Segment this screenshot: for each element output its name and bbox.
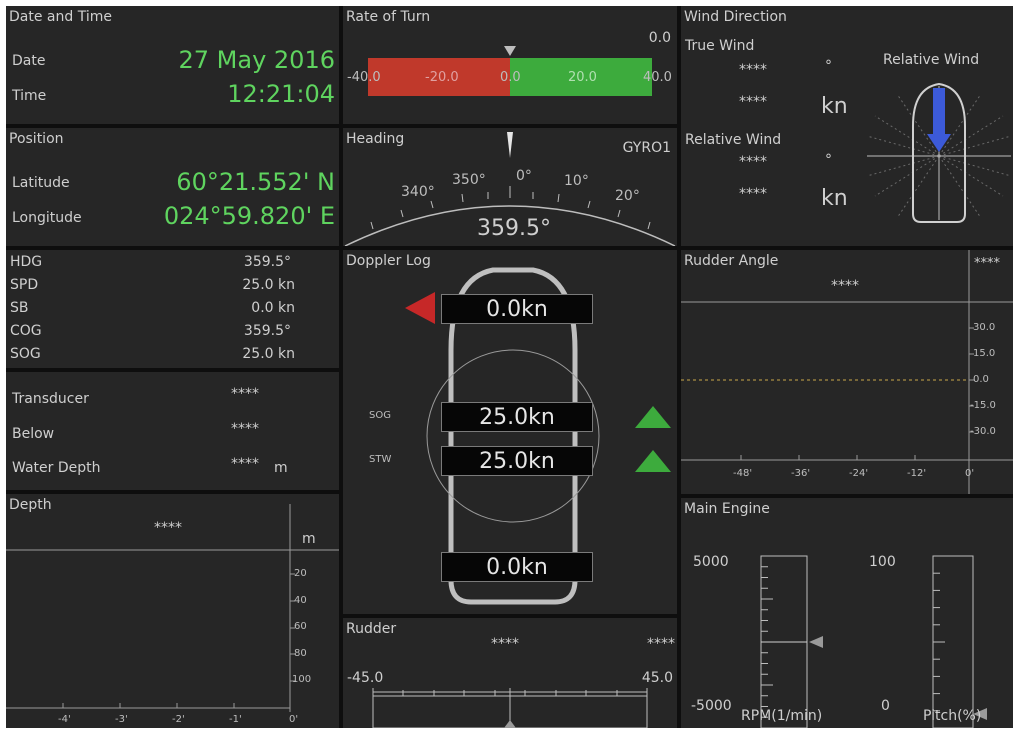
pitch-label: Pitch(%) xyxy=(923,708,982,724)
time-tick: -12' xyxy=(907,468,927,479)
depth-tick-40: 40 xyxy=(294,595,307,606)
stern-speed-value: 0.0kn xyxy=(441,552,593,582)
rudder-angle-tick: 0.0 xyxy=(973,374,989,385)
time-tick: -3' xyxy=(115,714,128,725)
heading-scale-label: 350° xyxy=(452,172,486,188)
panel-title: Position xyxy=(9,131,64,147)
time-tick: 0' xyxy=(965,468,975,479)
time-value: 12:21:04 xyxy=(227,80,335,108)
time-tick: -24' xyxy=(849,468,869,479)
rate-of-turn-panel: Rate of Turn 0.0 -40.0 -20.0 0.0 20.0 40… xyxy=(343,6,677,124)
heading-scale-label: 10° xyxy=(564,173,589,189)
wind-direction-panel: Wind Direction True Wind **** ° **** kn … xyxy=(681,6,1013,246)
hdg-label: HDG xyxy=(10,254,43,270)
water-depth-value: **** xyxy=(231,456,259,472)
rot-bar xyxy=(368,46,652,96)
rot-scale-label: 0.0 xyxy=(500,70,521,85)
bow-lateral-arrow xyxy=(405,292,435,324)
depth-graph xyxy=(6,504,339,712)
below-label: Below xyxy=(12,426,55,442)
rudder-angle-tick: -30.0 xyxy=(970,426,996,437)
rpm-label: RPM(1/min) xyxy=(741,708,823,724)
sog-arrow xyxy=(635,406,671,428)
transducer-value: **** xyxy=(231,386,259,402)
heading-scale-label: 20° xyxy=(615,188,640,204)
stw-arrow xyxy=(635,450,671,472)
rudder-angle-panel: Rudder Angle **** **** 30.0 15.0 0.0 -15… xyxy=(681,250,1013,494)
below-value: **** xyxy=(231,421,259,437)
rudder-scale xyxy=(372,688,648,728)
relative-wind-diagram xyxy=(866,82,1012,223)
depth-tick-80: 80 xyxy=(294,648,307,659)
rudder-angle-graph xyxy=(681,250,1013,494)
sb-label: SB xyxy=(10,300,29,316)
depth-tick-100: 100 xyxy=(292,674,312,685)
stw-value: 25.0kn xyxy=(441,446,593,476)
sog-label: SOG xyxy=(369,410,391,421)
spd-label: SPD xyxy=(10,277,39,293)
engine-gauges xyxy=(760,555,987,728)
rot-scale-label: 20.0 xyxy=(568,70,597,85)
doppler-log-panel: Doppler Log 0.0kn SOG 25.0kn STW 25.0kn … xyxy=(343,250,677,614)
date-label: Date xyxy=(12,53,46,69)
navigation-data-panel: HDG 359.5° SPD 25.0 kn SB 0.0 kn COG 359… xyxy=(6,250,339,368)
main-engine-panel: Main Engine 5000 -5000 100 0 RPM(1/min) … xyxy=(681,498,1013,728)
latitude-label: Latitude xyxy=(12,175,70,191)
rot-scale-label: 40.0 xyxy=(643,70,672,85)
time-tick: -36' xyxy=(791,468,811,479)
rudder-angle-tick: 30.0 xyxy=(973,322,996,333)
hdg-value: 359.5° xyxy=(243,254,291,270)
transducer-panel: Transducer **** Below **** Water Depth *… xyxy=(6,372,339,490)
rot-scale-label: -20.0 xyxy=(425,70,459,85)
depth-panel: Depth **** m 20 40 60 80 100 -4' -3' -2'… xyxy=(6,494,339,728)
sog-value: 25.0kn xyxy=(441,402,593,432)
time-tick: -48' xyxy=(733,468,753,479)
longitude-label: Longitude xyxy=(12,210,82,226)
position-panel: Position Latitude 60°21.552' N Longitude… xyxy=(6,128,339,246)
heading-scale-label: 340° xyxy=(401,184,435,200)
heading-value: 359.5° xyxy=(477,216,551,241)
transducer-label: Transducer xyxy=(12,391,89,407)
time-tick: -4' xyxy=(58,714,71,725)
date-value: 27 May 2016 xyxy=(178,46,336,74)
time-label: Time xyxy=(12,88,47,104)
rudder-panel: Rudder **** **** -45.0 45.0 xyxy=(343,618,677,728)
heading-scale-label: 0° xyxy=(516,168,532,184)
cog-label: COG xyxy=(10,323,42,339)
stw-label: STW xyxy=(369,454,392,465)
sb-value: 0.0 kn xyxy=(251,300,295,316)
depth-tick-20: 20 xyxy=(294,568,307,579)
longitude-value: 024°59.820' E xyxy=(163,202,335,230)
water-depth-unit: m xyxy=(274,460,288,476)
rudder-angle-tick: 15.0 xyxy=(973,348,996,359)
date-time-panel: Date and Time Date 27 May 2016 Time 12:2… xyxy=(6,6,339,124)
heading-panel: Heading GYRO1 340° 350° 0° 10° 20° 359.5… xyxy=(343,128,677,246)
depth-tick-60: 60 xyxy=(294,621,307,632)
sog-label: SOG xyxy=(10,346,41,362)
time-tick: -2' xyxy=(172,714,185,725)
rudder-angle-tick: -15.0 xyxy=(970,400,996,411)
panel-title: Date and Time xyxy=(9,9,112,25)
time-tick: 0' xyxy=(289,714,299,725)
cog-value: 359.5° xyxy=(243,323,291,339)
bow-speed-value: 0.0kn xyxy=(441,294,593,324)
water-depth-label: Water Depth xyxy=(12,460,101,476)
conning-display: Date and Time Date 27 May 2016 Time 12:2… xyxy=(6,6,1013,728)
spd-value: 25.0 kn xyxy=(242,277,295,293)
sog-value: 25.0 kn xyxy=(242,346,295,362)
latitude-value: 60°21.552' N xyxy=(176,168,335,196)
rot-scale-label: -40.0 xyxy=(347,70,381,85)
time-tick: -1' xyxy=(229,714,242,725)
